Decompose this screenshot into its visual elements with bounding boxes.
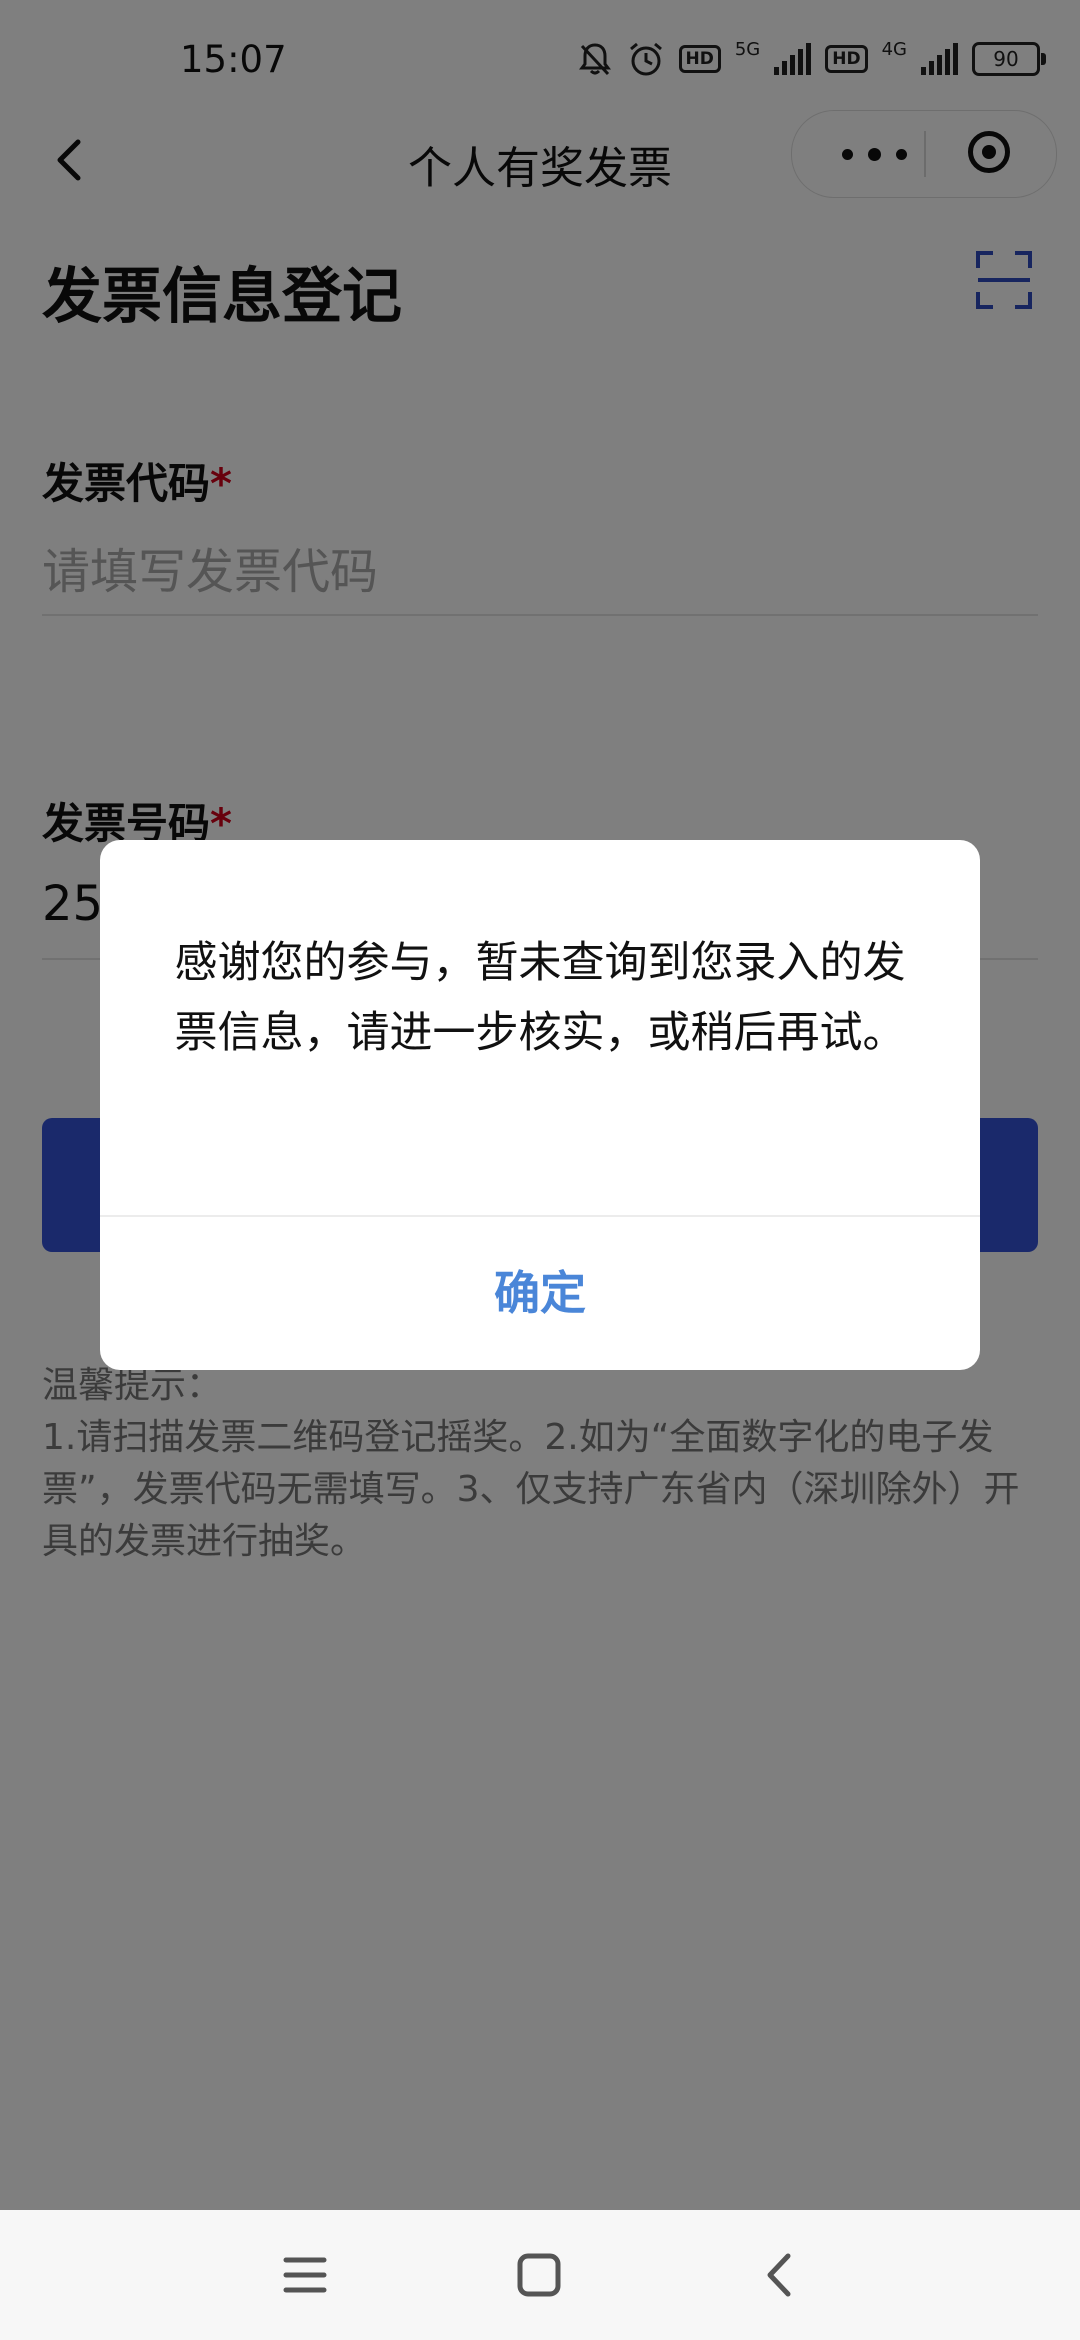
confirm-button[interactable]: 确定 (100, 1217, 980, 1370)
alert-dialog: 感谢您的参与，暂未查询到您录入的发票信息，请进一步核实，或稍后再试。 确定 (100, 840, 980, 1370)
back-nav-icon[interactable] (756, 2250, 802, 2300)
menu-icon[interactable] (282, 2250, 328, 2300)
dialog-message: 感谢您的参与，暂未查询到您录入的发票信息，请进一步核实，或稍后再试。 (174, 938, 906, 1058)
system-nav-bar (0, 2210, 1080, 2340)
home-icon[interactable] (516, 2250, 562, 2300)
